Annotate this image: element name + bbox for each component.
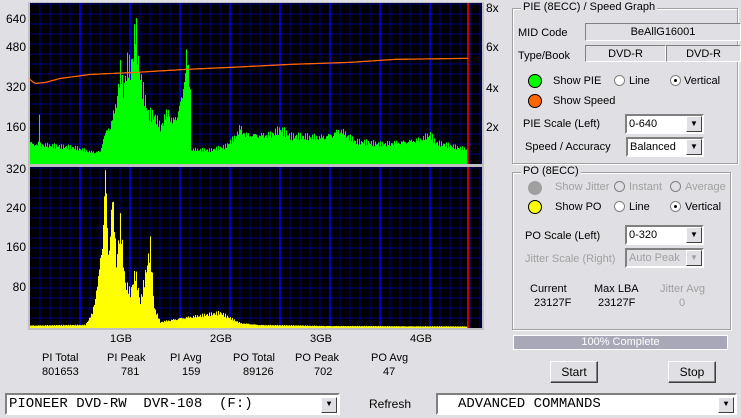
stat-value: 781	[121, 366, 140, 378]
mid-code-label: MID Code	[518, 27, 568, 39]
jitter-color-indicator	[528, 181, 542, 195]
jitter-avg-value: 0	[679, 297, 686, 309]
jitter-average-radio	[670, 181, 681, 192]
max-lba-label: Max LBA	[594, 283, 639, 295]
book-type-value: DVD-R	[666, 45, 741, 62]
pie-vertical-label[interactable]: Vertical	[684, 75, 720, 87]
x-tick: 3GB	[310, 333, 333, 345]
chevron-down-icon: ▼	[686, 250, 702, 266]
jitter-average-label: Average	[685, 181, 726, 193]
jitter-avg-label: Jitter Avg	[660, 283, 706, 295]
x-tick: 4GB	[410, 333, 433, 345]
stat-value: 801653	[42, 366, 79, 378]
po-group-title: PO (8ECC)	[521, 165, 581, 177]
y-tick: 320	[5, 80, 26, 94]
stat-label: PI Peak	[107, 352, 146, 364]
chevron-down-icon[interactable]: ▼	[718, 397, 734, 413]
y-tick: 240	[5, 201, 26, 215]
speed-accuracy-label: Speed / Accuracy	[525, 141, 611, 153]
show-pie-label[interactable]: Show PIE	[553, 75, 601, 87]
current-value: 23127F	[534, 297, 572, 309]
y-tick: 160	[5, 240, 26, 254]
pie-line-radio[interactable]	[614, 75, 625, 86]
y-tick: 160	[5, 120, 26, 134]
y2-tick: 4x	[486, 81, 499, 95]
pie-group-title: PIE (8ECC) / Speed Graph	[521, 1, 658, 13]
jitter-instant-label: Instant	[629, 181, 663, 193]
disc-type-value: DVD-R	[585, 45, 666, 62]
refresh-button[interactable]: Refresh	[369, 397, 411, 411]
progress-text: 100% Complete	[581, 336, 660, 348]
po-scale-label: PO Scale (Left)	[525, 230, 601, 242]
jitter-scale-select: Auto Peak ▼	[625, 248, 704, 268]
stat-value: 702	[314, 366, 333, 378]
speed-color-indicator[interactable]	[528, 94, 542, 108]
speed-accuracy-value: Balanced	[630, 141, 676, 153]
stop-button[interactable]: Stop	[668, 361, 716, 383]
current-label: Current	[530, 283, 567, 295]
po-scale-select[interactable]: 0-320 ▼	[625, 225, 704, 245]
y2-tick: 8x	[486, 1, 499, 15]
po-line-label[interactable]: Line	[629, 201, 650, 213]
max-lba-value: 23127F	[598, 297, 636, 309]
drive-select[interactable]: PIONEER DVD-RW DVR-108 (F:) ▼	[5, 393, 340, 415]
start-button[interactable]: Start	[550, 361, 598, 383]
jitter-scale-value: Auto Peak	[629, 252, 680, 264]
stop-label: Stop	[679, 365, 705, 379]
y-tick: 320	[5, 162, 26, 176]
pie-vertical-radio[interactable]	[670, 75, 681, 86]
po-vertical-radio[interactable]	[670, 201, 681, 212]
chevron-down-icon[interactable]: ▼	[686, 116, 702, 132]
pie-scale-value: 0-640	[629, 118, 658, 130]
stat-label: PI Avg	[170, 352, 202, 364]
type-book-label: Type/Book	[518, 50, 570, 62]
stat-label: PI Total	[42, 352, 79, 364]
drive-value: PIONEER DVD-RW DVR-108 (F:)	[9, 396, 253, 412]
y2-tick: 2x	[486, 120, 499, 134]
chevron-down-icon[interactable]: ▼	[321, 397, 337, 413]
chevron-down-icon[interactable]: ▼	[686, 139, 702, 155]
stat-value: 159	[182, 366, 201, 378]
pie-line-label[interactable]: Line	[629, 75, 650, 87]
po-vertical-label[interactable]: Vertical	[685, 201, 721, 213]
pie-speed-chart	[28, 2, 484, 166]
show-po-label[interactable]: Show PO	[555, 201, 601, 213]
po-chart	[28, 166, 484, 330]
x-tick: 1GB	[110, 333, 133, 345]
stat-label: PO Total	[233, 352, 275, 364]
stat-value: 89126	[243, 366, 274, 378]
stat-label: PO Avg	[371, 352, 409, 364]
po-color-indicator[interactable]	[528, 200, 542, 214]
pie-scale-select[interactable]: 0-640 ▼	[625, 114, 704, 134]
show-jitter-label: Show Jitter	[555, 181, 610, 193]
progress-bar: 100% Complete	[513, 335, 728, 350]
advanced-commands-value: ADVANCED COMMANDS	[458, 396, 601, 412]
y-tick: 480	[5, 40, 26, 54]
y-tick: 640	[5, 12, 26, 26]
pie-color-indicator[interactable]	[528, 74, 542, 88]
po-scale-value: 0-320	[629, 229, 658, 241]
jitter-scale-label: Jitter Scale (Right)	[525, 253, 616, 265]
advanced-commands-select[interactable]: ADVANCED COMMANDS ▼	[436, 393, 737, 415]
po-line-radio[interactable]	[614, 201, 625, 212]
chevron-down-icon[interactable]: ▼	[686, 227, 702, 243]
start-label: Start	[561, 365, 587, 379]
stat-label: PO Peak	[295, 352, 340, 364]
jitter-instant-radio	[614, 181, 625, 192]
speed-accuracy-select[interactable]: Balanced ▼	[626, 137, 704, 157]
pie-scale-label: PIE Scale (Left)	[523, 118, 601, 130]
y2-tick: 6x	[486, 40, 499, 54]
y-tick: 80	[12, 280, 26, 294]
x-tick: 2GB	[210, 333, 233, 345]
show-speed-label[interactable]: Show Speed	[553, 95, 615, 107]
stat-value: 47	[383, 366, 396, 378]
mid-code-value: BeAllG16001	[585, 23, 741, 41]
